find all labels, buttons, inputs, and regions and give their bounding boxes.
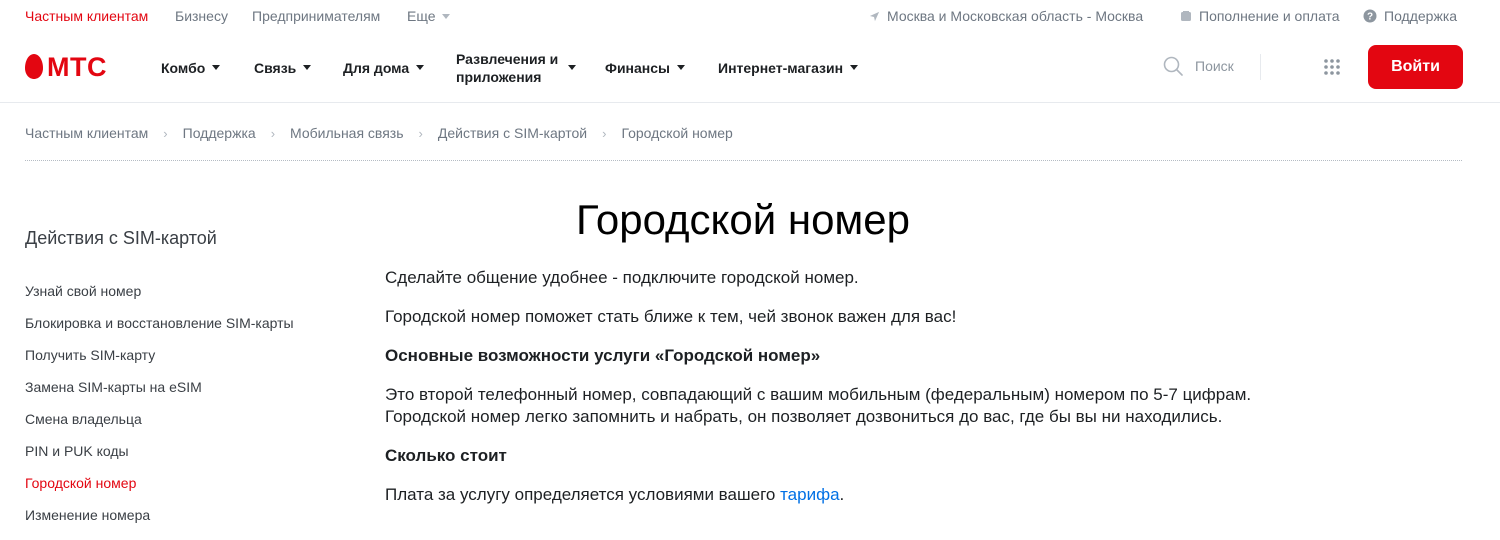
chevron-right-icon: › bbox=[163, 125, 168, 141]
sidebar-item-block-restore[interactable]: Блокировка и восстановление SIM-карты bbox=[25, 315, 294, 347]
search-icon bbox=[1163, 56, 1183, 76]
location-arrow-icon bbox=[869, 11, 880, 21]
price-paragraph: Плата за услугу определяется условиями в… bbox=[385, 484, 1435, 506]
support-link[interactable]: ? Поддержка bbox=[1363, 8, 1457, 24]
nav-connection[interactable]: Связь bbox=[254, 32, 312, 103]
breadcrumb: Частным клиентам › Поддержка › Мобильная… bbox=[25, 125, 733, 141]
sidebar-item-esim[interactable]: Замена SIM-карты на eSIM bbox=[25, 379, 294, 411]
payment-label: Пополнение и оплата bbox=[1199, 8, 1340, 24]
breadcrumb-item-support[interactable]: Поддержка bbox=[183, 125, 256, 141]
search-button[interactable]: Поиск bbox=[1163, 56, 1234, 76]
nav-eshop[interactable]: Интернет-магазин bbox=[718, 32, 859, 103]
features-heading: Основные возможности услуги «Городской н… bbox=[385, 346, 821, 365]
wallet-icon bbox=[1181, 11, 1191, 21]
nav-entertainment[interactable]: Развлечения и приложения bbox=[456, 32, 576, 103]
features-paragraph: Это второй телефонный номер, совпадающий… bbox=[385, 384, 1435, 428]
article-body: Сделайте общение удобнее - подключите го… bbox=[385, 267, 1435, 523]
page-title: Городской номер bbox=[575, 196, 911, 243]
chevron-right-icon: › bbox=[418, 125, 423, 141]
support-label: Поддержка bbox=[1384, 8, 1458, 24]
chevron-down-icon bbox=[850, 65, 859, 70]
main-header: МТС Комбо Связь Для дома Развлечения и п… bbox=[0, 32, 1500, 103]
chevron-right-icon: › bbox=[602, 125, 607, 141]
region-selector[interactable]: Москва и Московская область - Москва bbox=[869, 8, 1143, 24]
price-heading: Сколько стоит bbox=[385, 446, 507, 465]
mts-logo[interactable]: МТС bbox=[25, 51, 107, 82]
chevron-down-icon bbox=[441, 14, 450, 19]
nav-finance[interactable]: Финансы bbox=[605, 32, 685, 103]
chevron-down-icon bbox=[568, 65, 576, 70]
payment-link[interactable]: Пополнение и оплата bbox=[1180, 8, 1340, 24]
breadcrumb-divider bbox=[25, 160, 1462, 161]
nav-combo-label: Комбо bbox=[161, 59, 206, 76]
header-divider bbox=[1260, 54, 1261, 80]
chevron-right-icon: › bbox=[270, 125, 276, 141]
nav-home-label: Для дома bbox=[343, 59, 410, 76]
apps-menu-button[interactable] bbox=[1323, 58, 1341, 81]
segment-more[interactable]: Еще bbox=[407, 8, 450, 24]
chevron-down-icon bbox=[416, 65, 425, 70]
logo-text: МТС bbox=[47, 51, 107, 82]
nav-connection-label: Связь bbox=[254, 59, 297, 76]
sidebar-item-know-number[interactable]: Узнай свой номер bbox=[25, 283, 294, 315]
sidebar-item-pin-puk[interactable]: PIN и PUK коды bbox=[25, 443, 294, 475]
apps-grid-icon bbox=[1324, 59, 1340, 75]
nav-combo[interactable]: Комбо bbox=[161, 32, 221, 103]
chevron-down-icon bbox=[212, 65, 221, 70]
features-line-2: Городской номер легко запомнить и набрат… bbox=[385, 407, 1223, 426]
login-button[interactable]: Войти bbox=[1368, 45, 1463, 89]
nav-home[interactable]: Для дома bbox=[343, 32, 425, 103]
nav-finance-label: Финансы bbox=[605, 59, 670, 76]
breadcrumb-item-current: Городской номер bbox=[621, 125, 733, 141]
top-segment-bar: Частным клиентам Бизнесу Предпринимателя… bbox=[0, 0, 1500, 32]
sidebar-item-change-owner[interactable]: Смена владельца bbox=[25, 411, 294, 443]
sidebar-menu: Узнай свой номер Блокировка и восстановл… bbox=[25, 283, 294, 539]
chevron-down-icon bbox=[677, 65, 685, 70]
breadcrumb-item-sim-actions[interactable]: Действия с SIM-картой bbox=[438, 125, 587, 141]
segment-more-label: Еще bbox=[407, 8, 436, 24]
features-line-1: Это второй телефонный номер, совпадающий… bbox=[385, 385, 1252, 404]
breadcrumb-item-private[interactable]: Частным клиентам bbox=[25, 125, 148, 141]
sidebar-title: Действия с SIM-картой bbox=[25, 228, 217, 248]
question-icon: ? bbox=[1363, 9, 1377, 23]
sidebar-item-get-sim[interactable]: Получить SIM-карту bbox=[25, 347, 294, 379]
segment-business[interactable]: Бизнесу bbox=[175, 8, 228, 24]
nav-eshop-label: Интернет-магазин bbox=[718, 59, 844, 76]
sidebar-item-city-number[interactable]: Городской номер bbox=[25, 475, 294, 507]
search-label: Поиск bbox=[1195, 58, 1234, 74]
region-label: Москва и Московская область - Москва bbox=[887, 8, 1144, 24]
intro-paragraph-2: Городской номер поможет стать ближе к те… bbox=[385, 307, 957, 326]
nav-entertainment-label: Развлечения и приложения bbox=[456, 50, 559, 85]
chevron-down-icon bbox=[303, 65, 312, 70]
price-text: Плата за услугу определяется условиями в… bbox=[385, 485, 781, 504]
intro-paragraph: Сделайте общение удобнее - подключите го… bbox=[385, 268, 859, 287]
segment-entrepreneurs[interactable]: Предпринимателям bbox=[252, 8, 380, 24]
tariff-link[interactable]: тарифа bbox=[780, 485, 839, 504]
segment-private-clients[interactable]: Частным клиентам bbox=[25, 8, 148, 24]
mts-egg-logo-icon bbox=[25, 54, 43, 79]
svg-text:?: ? bbox=[1367, 12, 1373, 23]
price-end: . bbox=[839, 485, 845, 504]
breadcrumb-item-mobile[interactable]: Мобильная связь bbox=[290, 125, 403, 141]
sidebar-item-change-number[interactable]: Изменение номера bbox=[25, 507, 294, 539]
